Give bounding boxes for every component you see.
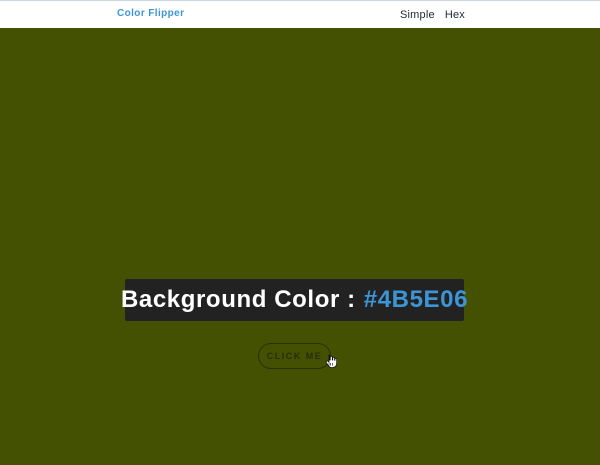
background-color-value: #4B5E06 [363, 286, 469, 313]
background-color-panel: Background Color : #4B5E06 [121, 279, 467, 321]
click-me-button[interactable]: CLICK ME [258, 343, 331, 369]
background-color-label: Background Color : [120, 286, 356, 313]
nav-links: Simple Hex [400, 9, 465, 21]
nav-link-simple[interactable]: Simple [400, 9, 435, 21]
nav-link-hex[interactable]: Hex [445, 9, 465, 21]
brand-logo[interactable]: Color Flipper [117, 8, 184, 19]
navbar: Color Flipper Simple Hex [0, 0, 600, 28]
hand-pointer-icon [325, 354, 337, 368]
